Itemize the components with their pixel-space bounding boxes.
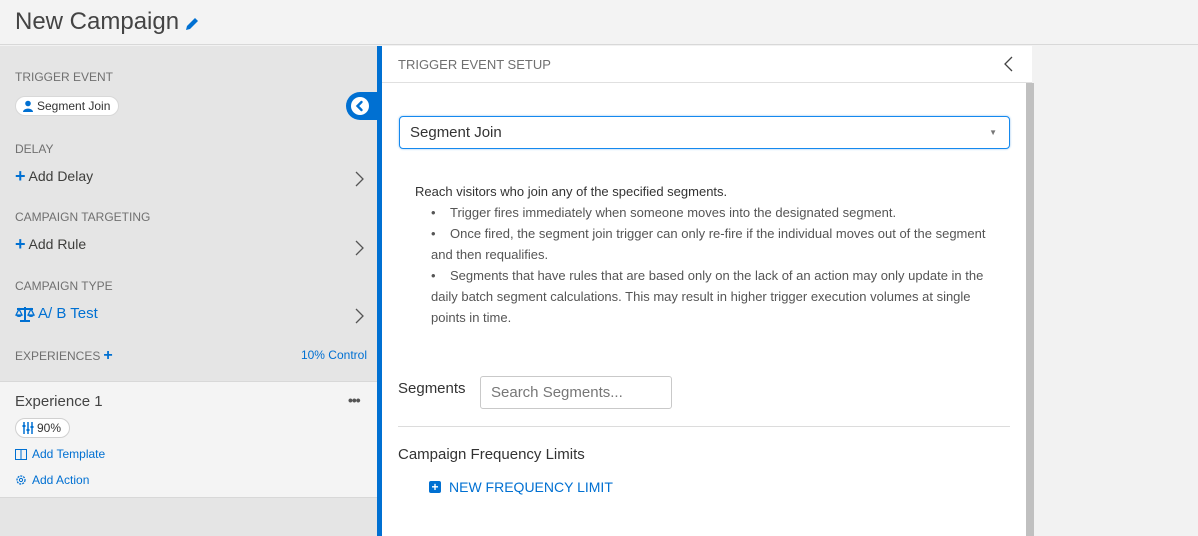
allocation-value: 90% bbox=[37, 421, 62, 435]
add-experience-button[interactable]: + bbox=[103, 347, 112, 365]
template-icon bbox=[15, 448, 27, 460]
chevron-left-circle-icon bbox=[351, 97, 369, 115]
campaign-sidebar: TRIGGER EVENT Segment Join DELAY + Add D… bbox=[0, 46, 377, 536]
description-bullet: • Trigger fires immediately when someone … bbox=[431, 205, 897, 220]
panel-title: TRIGGER EVENT SETUP bbox=[398, 57, 551, 72]
plus-square-icon: + bbox=[429, 481, 441, 493]
new-frequency-limit-label: NEW FREQUENCY LIMIT bbox=[449, 479, 613, 495]
new-frequency-limit-button[interactable]: + NEW FREQUENCY LIMIT bbox=[429, 479, 613, 495]
experiences-header: EXPERIENCES + bbox=[15, 347, 113, 365]
control-link[interactable]: 10% Control bbox=[301, 348, 367, 362]
description-bullet: • Once fired, the segment join trigger ca… bbox=[431, 226, 986, 262]
trigger-event-select-value: Segment Join bbox=[410, 124, 502, 141]
more-options-icon[interactable]: ••• bbox=[348, 392, 361, 408]
trigger-event-label: TRIGGER EVENT bbox=[15, 70, 114, 84]
trigger-event-value: Segment Join bbox=[37, 99, 111, 113]
pencil-icon[interactable] bbox=[184, 16, 200, 32]
caret-down-icon: ▼ bbox=[989, 128, 997, 137]
page-header: New Campaign bbox=[0, 0, 1198, 45]
add-delay-link[interactable]: + Add Delay bbox=[15, 167, 93, 185]
panel-header: TRIGGER EVENT SETUP bbox=[382, 46, 1032, 83]
gear-icon bbox=[16, 475, 26, 485]
trigger-event-setup-panel: TRIGGER EVENT SETUP Segment Join ▼ Reach… bbox=[382, 46, 1034, 536]
sliders-icon bbox=[22, 422, 34, 434]
description-bullets: • Trigger fires immediately when someone … bbox=[431, 202, 995, 328]
add-delay-label: Add Delay bbox=[28, 168, 94, 184]
add-action-label: Add Action bbox=[32, 473, 90, 487]
divider bbox=[398, 426, 1010, 427]
plus-icon: + bbox=[15, 234, 26, 254]
user-icon bbox=[23, 100, 33, 112]
allocation-pill[interactable]: 90% bbox=[15, 418, 71, 438]
trigger-event-select[interactable]: Segment Join ▼ bbox=[399, 116, 1010, 149]
experience-card: Experience 1 ••• 90% Add Template Add Ac… bbox=[0, 381, 377, 498]
segments-label: Segments bbox=[398, 380, 466, 397]
campaign-type-value: A/ B Test bbox=[38, 305, 98, 322]
chevron-right-icon[interactable] bbox=[350, 307, 368, 325]
campaign-type-link[interactable]: A/ B Test bbox=[15, 305, 98, 322]
add-rule-label: Add Rule bbox=[28, 236, 87, 252]
frequency-limits-label: Campaign Frequency Limits bbox=[398, 446, 585, 463]
chevron-right-icon[interactable] bbox=[350, 239, 368, 257]
description-bullet: • Segments that have rules that are based… bbox=[431, 268, 984, 325]
plus-icon: + bbox=[15, 166, 26, 186]
collapse-panel-button[interactable] bbox=[346, 92, 380, 120]
chevron-right-icon[interactable] bbox=[350, 170, 368, 188]
campaign-targeting-label: CAMPAIGN TARGETING bbox=[15, 210, 151, 224]
scrollbar[interactable] bbox=[1026, 83, 1034, 536]
balance-scale-icon bbox=[15, 306, 35, 322]
description-intro: Reach visitors who join any of the speci… bbox=[415, 184, 728, 199]
trigger-event-pill[interactable]: Segment Join bbox=[15, 96, 120, 116]
add-template-link[interactable]: Add Template bbox=[15, 447, 105, 461]
chevron-left-icon[interactable] bbox=[1002, 55, 1016, 73]
experience-name[interactable]: Experience 1 bbox=[15, 393, 103, 410]
page-title: New Campaign bbox=[15, 8, 180, 35]
campaign-type-label: CAMPAIGN TYPE bbox=[15, 279, 113, 293]
add-rule-link[interactable]: + Add Rule bbox=[15, 235, 86, 253]
experiences-label: EXPERIENCES bbox=[15, 349, 101, 363]
add-action-link[interactable]: Add Action bbox=[15, 473, 89, 487]
add-template-label: Add Template bbox=[32, 447, 106, 461]
delay-label: DELAY bbox=[15, 142, 54, 156]
search-segments-input[interactable] bbox=[480, 376, 672, 409]
trigger-description: Reach visitors who join any of the speci… bbox=[415, 181, 995, 328]
